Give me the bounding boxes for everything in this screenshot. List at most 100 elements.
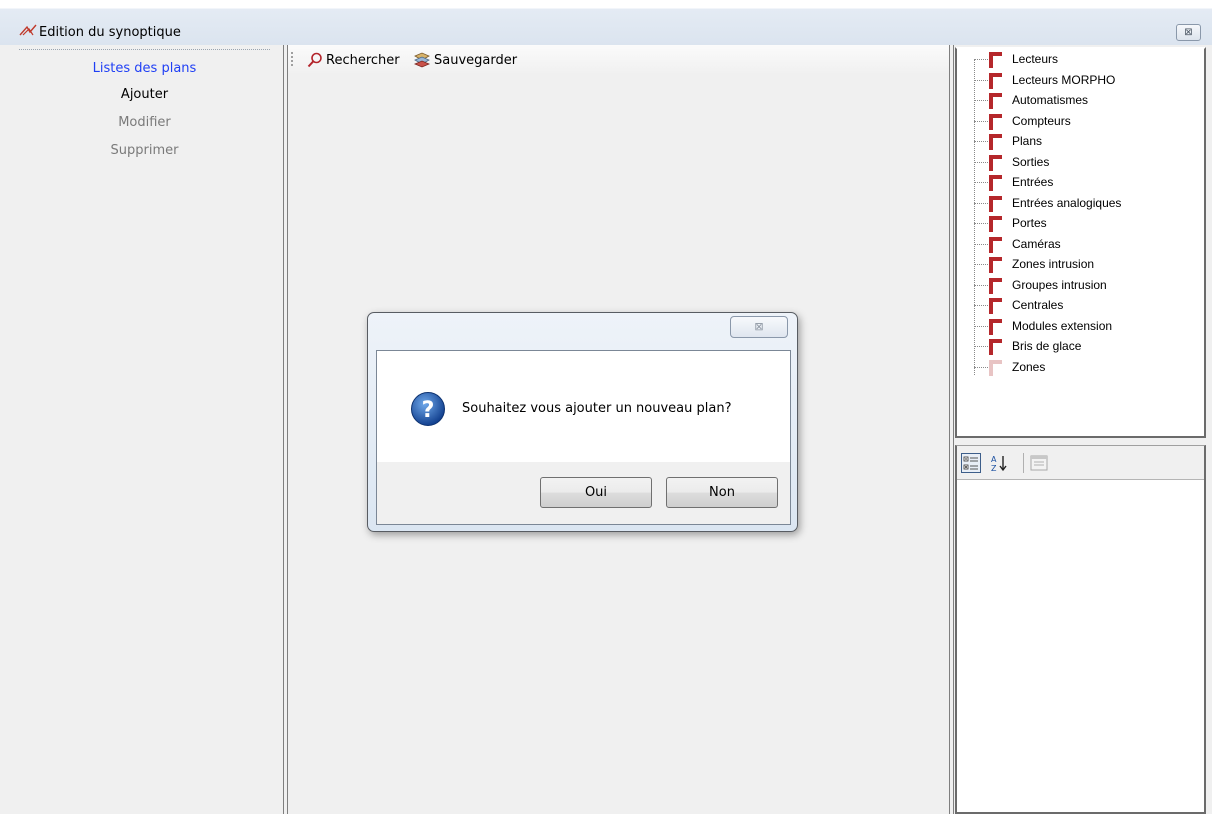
- category-flag-icon: [989, 277, 1002, 294]
- tree-connector: [974, 182, 988, 183]
- tree-item[interactable]: Plans: [957, 131, 1202, 151]
- tree-connector: [974, 202, 988, 204]
- tree-item[interactable]: Bris de glace: [957, 336, 1202, 356]
- search-button-label: Rechercher: [326, 52, 400, 68]
- tree-item[interactable]: Entrées analogiques: [957, 193, 1202, 213]
- category-flag-icon: [989, 298, 1002, 314]
- tree-item[interactable]: Lecteurs MORPHO: [957, 70, 1202, 90]
- tree-connector: [974, 325, 988, 327]
- dialog-message: Souhaitez vous ajouter un nouveau plan?: [462, 401, 732, 416]
- category-flag-icon: [989, 339, 1002, 355]
- category-flag-icon: [989, 216, 1002, 232]
- tree-item-label: Lecteurs MORPHO: [1012, 72, 1116, 87]
- svg-text:Z: Z: [991, 464, 997, 473]
- tree-item-label: Groupes intrusion: [1012, 277, 1107, 292]
- category-flag-icon: [989, 134, 1002, 150]
- tree-item-label: Modules extension: [1012, 318, 1113, 333]
- property-grid: A Z: [955, 445, 1206, 814]
- nav-item-modifier: Modifier: [118, 115, 171, 130]
- tree-item[interactable]: Automatismes: [957, 90, 1202, 110]
- category-flag-icon: [989, 195, 1002, 212]
- category-flag-icon: [989, 257, 1002, 273]
- tree-item-label: Caméras: [1012, 236, 1061, 251]
- title-bar: Edition du synoptique ⊠: [0, 0, 1212, 45]
- yes-button[interactable]: Oui: [540, 477, 652, 508]
- category-flag-icon: [989, 154, 1002, 171]
- right-splitter[interactable]: [949, 45, 954, 814]
- tree-item[interactable]: Sorties: [957, 152, 1202, 172]
- window-close-button[interactable]: ⊠: [1176, 24, 1201, 41]
- tree-item-label: Portes: [1012, 216, 1047, 230]
- synoptic-app-icon: [19, 24, 37, 36]
- tree-item[interactable]: Zones intrusion: [957, 254, 1202, 274]
- tree-item[interactable]: Modules extension: [957, 316, 1202, 336]
- search-icon: [307, 52, 322, 68]
- dialog-button-bar: Oui Non: [377, 462, 790, 524]
- tree-connector: [974, 305, 988, 306]
- category-flag-icon: [989, 236, 1002, 253]
- nav-item-listes-des-plans[interactable]: Listes des plans: [16, 61, 273, 76]
- tree-item-label: Compteurs: [1012, 113, 1071, 128]
- svg-text:A: A: [991, 455, 997, 464]
- tree-item-label: Sorties: [1012, 154, 1050, 169]
- nav-item-supprimer: Supprimer: [110, 143, 179, 158]
- save-icon: [413, 52, 431, 68]
- element-tree: Lecteurs Lecteurs MORPHO Automatismes Compt…: [955, 47, 1206, 438]
- tree-connector: [974, 346, 988, 347]
- save-button-label: Sauvegarder: [434, 52, 518, 68]
- tree-item[interactable]: Entrées: [957, 172, 1202, 192]
- property-pages-icon: [1030, 455, 1048, 471]
- property-grid-toolbar: A Z: [957, 446, 1204, 480]
- tree-connector: [974, 223, 988, 224]
- tree-connector: [974, 264, 988, 265]
- tree-item-label: Automatismes: [1012, 93, 1089, 107]
- tree-item[interactable]: Portes: [957, 213, 1202, 233]
- category-flag-icon: [989, 113, 1002, 130]
- tree-item[interactable]: Caméras: [957, 234, 1202, 254]
- question-icon: ?: [411, 392, 445, 426]
- tree-item-label: Centrales: [1012, 298, 1064, 312]
- toolbar-grip[interactable]: [291, 52, 293, 66]
- tree-item[interactable]: Centrales: [957, 295, 1202, 315]
- tree-item-label: Plans: [1012, 134, 1043, 148]
- tree-item-label: Entrées analogiques: [1012, 195, 1122, 210]
- nav-divider: [19, 49, 270, 50]
- dialog-body: ? Souhaitez vous ajouter un nouveau plan…: [376, 350, 791, 525]
- save-button[interactable]: Sauvegarder: [413, 50, 517, 70]
- category-flag-icon: [989, 52, 1002, 68]
- window-title: Edition du synoptique: [39, 25, 181, 40]
- tree-connector: [974, 161, 988, 163]
- tree-connector: [974, 141, 988, 142]
- tree-item-label: Lecteurs: [1012, 52, 1059, 66]
- tree-item[interactable]: Zones: [957, 357, 1202, 377]
- tree-item-label: Bris de glace: [1012, 339, 1082, 353]
- tree-connector: [974, 120, 988, 122]
- tree-connector: [974, 79, 988, 81]
- main-toolbar: Rechercher Sauvegarder: [288, 45, 949, 75]
- dialog-close-button[interactable]: ⊠: [730, 316, 788, 338]
- sort-alphabetical-icon[interactable]: A Z: [989, 453, 1009, 473]
- tree-item-label: Zones intrusion: [1012, 257, 1095, 271]
- tree-connector: [974, 284, 988, 286]
- nav-item-ajouter[interactable]: Ajouter: [16, 87, 273, 102]
- tree-connector: [974, 366, 988, 368]
- tree-connector: [974, 100, 988, 101]
- no-button[interactable]: Non: [666, 477, 778, 508]
- toolbar-separator: [1023, 453, 1024, 473]
- category-flag-icon: [989, 318, 1002, 335]
- main-window: Edition du synoptique ⊠ Listes des plans…: [0, 0, 1212, 814]
- category-flag-icon: [989, 72, 1002, 89]
- category-flag-icon: [989, 175, 1002, 191]
- search-button[interactable]: Rechercher: [307, 50, 400, 70]
- tree-item[interactable]: Groupes intrusion: [957, 275, 1202, 295]
- category-flag-icon: [989, 359, 1002, 376]
- categorized-view-icon[interactable]: [961, 453, 981, 473]
- tree-item-label: Zones: [1012, 359, 1046, 374]
- tree-item[interactable]: Lecteurs: [957, 49, 1202, 69]
- svg-text:?: ?: [422, 398, 435, 423]
- category-flag-icon: [989, 93, 1002, 109]
- tree-item[interactable]: Compteurs: [957, 111, 1202, 131]
- plans-nav-panel: Listes des plans Ajouter Modifier Suppri…: [16, 45, 283, 814]
- tree-item-label: Entrées: [1012, 175, 1054, 189]
- confirm-dialog: ⊠ ? Souhaitez vous ajouter un nouveau pl…: [367, 312, 798, 532]
